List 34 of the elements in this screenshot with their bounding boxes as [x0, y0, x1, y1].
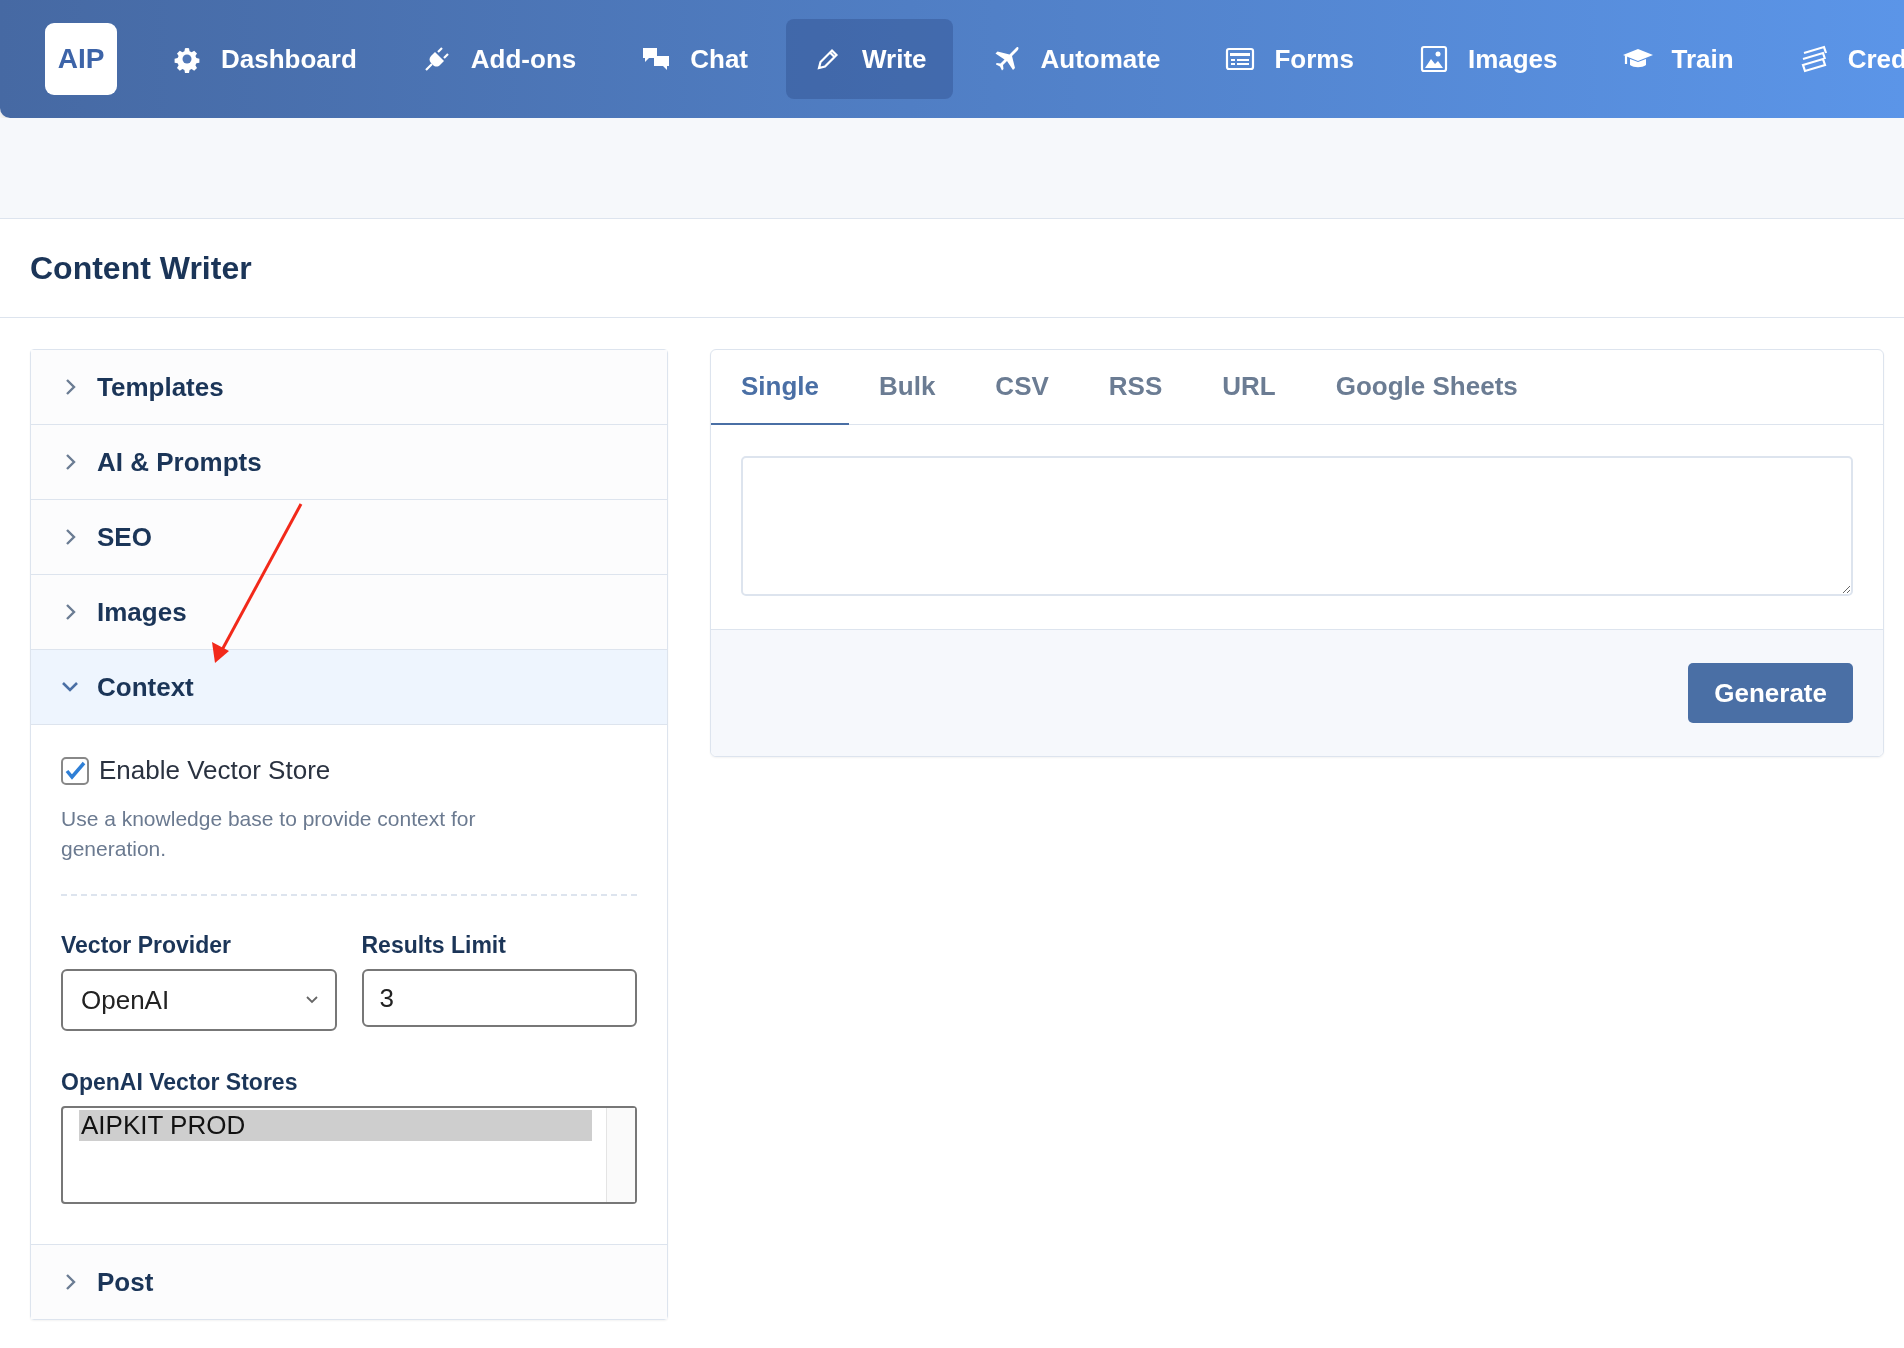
accordion-header[interactable]: AI & Prompts: [31, 424, 667, 499]
accordion-header[interactable]: Images: [31, 574, 667, 649]
tab[interactable]: CSV: [965, 350, 1079, 425]
accordion-header[interactable]: Context: [31, 649, 667, 725]
checkbox-label: Enable Vector Store: [99, 755, 331, 786]
tab[interactable]: RSS: [1078, 350, 1193, 425]
generate-button[interactable]: Generate: [1688, 663, 1853, 723]
field-label: Vector Provider: [61, 932, 233, 959]
field-label: OpenAI Vector Stores: [61, 1069, 299, 1096]
nav-item[interactable]: Chat: [614, 19, 774, 99]
tab[interactable]: Bulk: [849, 350, 966, 425]
accordion-header[interactable]: SEO: [31, 499, 667, 574]
nav-item[interactable]: Add-ons: [394, 19, 603, 99]
nav-item[interactable]: Automate: [964, 19, 1187, 99]
page-title: Content Writer: [30, 249, 252, 287]
tab[interactable]: Google Sheets: [1305, 350, 1548, 425]
list-option[interactable]: AIPKIT PROD: [79, 1110, 592, 1141]
accordion-header[interactable]: Templates: [31, 350, 667, 424]
vector-store-list[interactable]: AIPKIT PROD: [61, 1106, 637, 1204]
nav-item[interactable]: Images: [1391, 19, 1584, 99]
accordion-header[interactable]: Post: [31, 1244, 667, 1319]
results-limit-input[interactable]: 3: [361, 969, 637, 1027]
tab[interactable]: Single: [711, 350, 849, 425]
tab[interactable]: URL: [1192, 350, 1306, 425]
nav-item[interactable]: Write: [786, 19, 953, 99]
caret-icon: [304, 995, 319, 1005]
nav-item[interactable]: Train: [1595, 19, 1760, 99]
field-label: Results Limit: [361, 932, 507, 959]
checkbox[interactable]: [61, 756, 89, 785]
nav-item[interactable]: Forms: [1198, 19, 1380, 99]
provider-select[interactable]: OpenAI: [61, 969, 337, 1031]
nav-item[interactable]: Dashboard: [145, 19, 383, 99]
logo[interactable]: AIP: [45, 23, 117, 95]
help-text: Use a knowledge base to provide context for generation.: [61, 806, 477, 862]
